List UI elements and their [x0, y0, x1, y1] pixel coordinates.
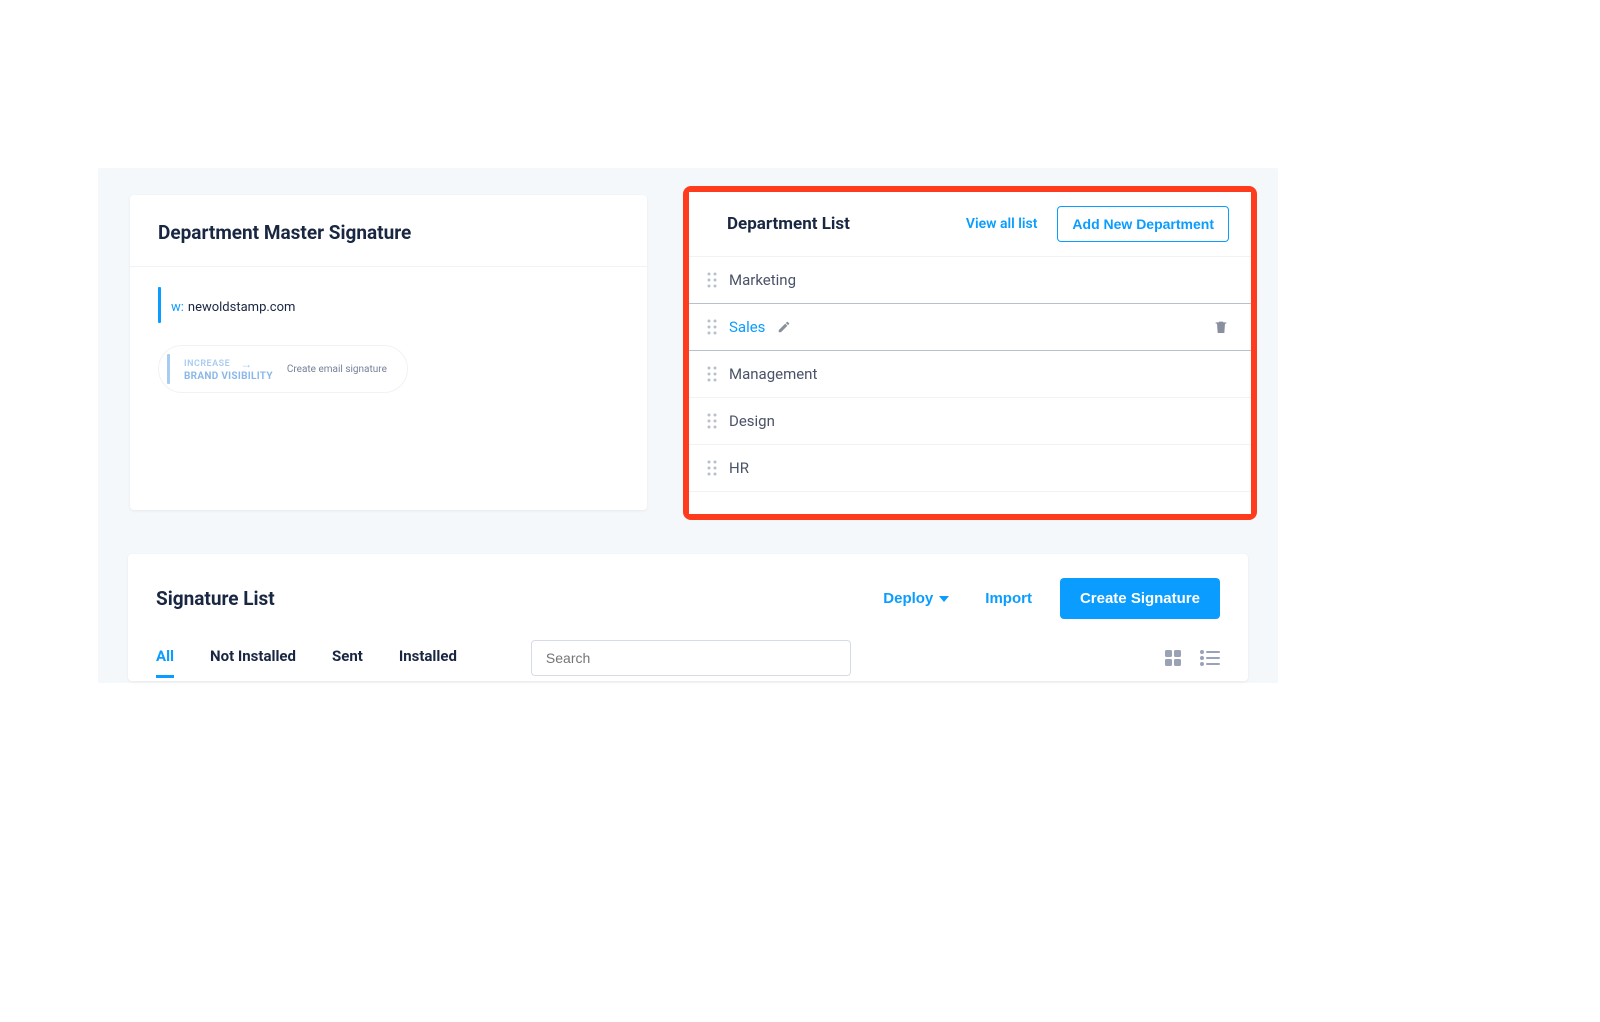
arrow-right-icon: →: [240, 357, 252, 371]
create-signature-button[interactable]: Create Signature: [1060, 578, 1220, 619]
tab-all[interactable]: All: [156, 637, 174, 678]
department-name: HR: [729, 459, 749, 477]
promo-line1: INCREASE: [184, 359, 230, 369]
department-list-header: Department List View all list Add New De…: [689, 192, 1251, 257]
department-row-sales[interactable]: Sales: [689, 304, 1251, 351]
signature-list-title: Signature List: [156, 587, 883, 610]
department-row-hr[interactable]: HR: [689, 445, 1251, 492]
accent-bar: [158, 287, 161, 323]
drag-handle-icon[interactable]: [707, 319, 717, 335]
promo-line2: BRAND VISIBILITY: [184, 371, 273, 382]
promo-cta-text: Create email signature: [287, 364, 387, 375]
department-name: Design: [729, 412, 775, 430]
department-row-design[interactable]: Design: [689, 398, 1251, 445]
panel-master-signature: Department Master Signature w: newoldsta…: [130, 195, 647, 510]
panel-department-list-highlight: Department List View all list Add New De…: [683, 186, 1257, 520]
signature-list-toolbar: All Not Installed Sent Installed: [128, 631, 1248, 678]
add-new-department-button[interactable]: Add New Department: [1057, 206, 1229, 242]
drag-handle-icon[interactable]: [707, 272, 717, 288]
view-all-list-link[interactable]: View all list: [966, 216, 1038, 232]
signature-line-website: w: newoldstamp.com: [158, 287, 619, 323]
department-list-title: Department List: [727, 214, 966, 234]
drag-handle-icon[interactable]: [707, 413, 717, 429]
signature-promo-badge: INCREASE → BRAND VISIBILITY Create email…: [158, 345, 408, 393]
signature-text: w: newoldstamp.com: [171, 296, 295, 315]
tab-installed[interactable]: Installed: [399, 637, 457, 678]
drag-handle-icon[interactable]: [707, 460, 717, 476]
panel-department-list: Department List View all list Add New De…: [689, 192, 1251, 514]
signature-list-header: Signature List Deploy Import Create Sign…: [128, 554, 1248, 631]
department-row-marketing[interactable]: Marketing: [689, 257, 1251, 304]
tab-not-installed[interactable]: Not Installed: [210, 637, 296, 678]
panel-master-title: Department Master Signature: [130, 195, 647, 267]
accent-bar-light: [167, 354, 170, 384]
signature-prefix: w:: [171, 300, 184, 315]
grid-view-icon[interactable]: [1164, 649, 1182, 667]
deploy-label: Deploy: [883, 590, 933, 607]
import-button[interactable]: Import: [985, 590, 1032, 607]
department-row-management[interactable]: Management: [689, 351, 1251, 398]
deploy-button[interactable]: Deploy: [883, 590, 949, 607]
trash-icon[interactable]: [1213, 319, 1229, 335]
view-toggle-group: [1164, 649, 1220, 667]
department-name: Management: [729, 365, 817, 383]
panel-signature-list: Signature List Deploy Import Create Sign…: [128, 554, 1248, 681]
drag-handle-icon[interactable]: [707, 366, 717, 382]
search-input[interactable]: [531, 640, 851, 676]
promo-text-group: INCREASE → BRAND VISIBILITY: [184, 357, 273, 382]
signature-preview: w: newoldstamp.com INCREASE → BRAND VISI…: [130, 267, 647, 413]
tab-sent[interactable]: Sent: [332, 637, 363, 678]
department-name: Sales: [729, 318, 765, 336]
list-view-icon[interactable]: [1200, 650, 1220, 666]
signature-domain: newoldstamp.com: [188, 300, 296, 315]
department-name: Marketing: [729, 271, 796, 289]
edit-icon[interactable]: [777, 320, 791, 334]
caret-down-icon: [939, 596, 949, 602]
